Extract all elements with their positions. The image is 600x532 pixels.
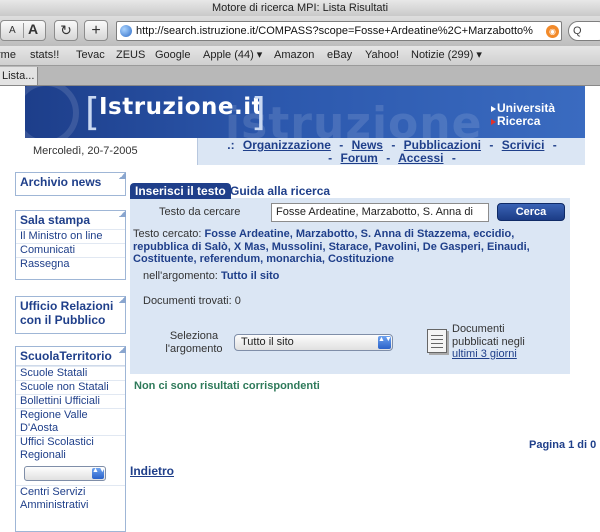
- sidebar-archivio-news[interactable]: Archivio news: [16, 173, 125, 191]
- nav-pubblicazioni[interactable]: Pubblicazioni: [404, 138, 481, 152]
- logo-bracket-left: [: [85, 90, 100, 134]
- bookmark-google[interactable]: Google: [155, 46, 190, 65]
- nav-separator: -: [451, 151, 456, 165]
- sidebar-item-rassegna[interactable]: Rassegna: [16, 257, 125, 271]
- topic-select-value: Tutto il sito: [241, 336, 294, 348]
- back-link[interactable]: Indietro: [130, 464, 174, 478]
- nav-prefix: .:: [227, 138, 235, 152]
- recent-documents-link[interactable]: ultimi 3 giorni: [452, 348, 525, 361]
- search-scope-label: nell'argomento:: [143, 270, 218, 282]
- search-button[interactable]: Cerca: [497, 203, 565, 221]
- nav-separator: -: [328, 151, 333, 165]
- box-corner: [119, 172, 126, 179]
- window-title: Motore di ricerca MPI: Lista Risultati: [0, 0, 600, 16]
- nav-forum[interactable]: Forum: [341, 151, 378, 165]
- site-globe-icon: [120, 25, 132, 37]
- no-results-message: Non ci sono risultati corrispondenti: [134, 380, 320, 392]
- republic-emblem-icon: [25, 86, 79, 138]
- sidebar-item-scuole-non-statali[interactable]: Scuole non Statali: [16, 380, 125, 394]
- sidebar-item-ministro[interactable]: Il Ministro on line: [16, 229, 125, 243]
- bookmark-apple[interactable]: Apple (44) ▾: [203, 46, 262, 65]
- reload-button[interactable]: ↻: [54, 20, 78, 41]
- search-input[interactable]: Fosse Ardeatine, Marzabotto, S. Anna di: [271, 203, 489, 222]
- bookmarks-bar: rme stats!! Tevac ZEUS Google Apple (44)…: [0, 46, 600, 66]
- address-bar[interactable]: http://search.istruzione.it/COMPASS?scop…: [116, 21, 562, 41]
- address-url[interactable]: http://search.istruzione.it/COMPASS?scop…: [136, 22, 533, 40]
- main-navigation: .: Organizzazione - News - Pubblicazioni…: [197, 138, 585, 165]
- text-bigger-icon[interactable]: A: [28, 20, 38, 39]
- search-label: Testo da cercare: [159, 206, 241, 218]
- search-scope-value: Tutto il sito: [220, 270, 280, 282]
- link-universita[interactable]: Università: [490, 101, 555, 115]
- sidebar-urp-box: Ufficio Relazioni con il Pubblico: [15, 296, 126, 334]
- nav-separator: -: [391, 138, 396, 152]
- box-corner: [119, 346, 126, 353]
- document-icon: [427, 329, 447, 353]
- bookmark-amazon[interactable]: Amazon: [274, 46, 314, 65]
- nav-separator: -: [386, 151, 391, 165]
- topic-select-label: Seleziona l'argomento: [165, 330, 223, 355]
- bookmark-yahoo[interactable]: Yahoo!: [365, 46, 399, 65]
- sidebar-archivio-box: Archivio news: [15, 172, 126, 196]
- nav-separator: -: [552, 138, 557, 152]
- add-bookmark-button[interactable]: +: [84, 20, 108, 41]
- box-corner: [119, 210, 126, 217]
- bookmark-zeus[interactable]: ZEUS: [116, 46, 145, 65]
- recent-documents: Documenti pubblicati negli ultimi 3 gior…: [452, 323, 525, 361]
- sidebar-item-valle-daosta[interactable]: Regione Valle D'Aosta: [16, 408, 125, 435]
- bookmark-notizie[interactable]: Notizie (299) ▾: [411, 46, 482, 65]
- nav-scrivici[interactable]: Scrivici: [502, 138, 545, 152]
- pagination-info: Pagina 1 di 0: [529, 439, 597, 451]
- nav-accessi[interactable]: Accessi: [398, 151, 443, 165]
- nav-separator: -: [339, 138, 344, 152]
- bookmark-stats[interactable]: stats!!: [30, 46, 59, 65]
- search-scope: nell'argomento: Tutto il sito: [143, 270, 279, 282]
- date-nav-bar: Mercoledì, 20-7-2005 .: Organizzazione -…: [25, 138, 585, 166]
- sidebar-region-select[interactable]: ▲▼: [24, 466, 106, 481]
- box-corner: [119, 296, 126, 303]
- bookmark-rme[interactable]: rme: [0, 46, 16, 65]
- sidebar-item-scuole-statali[interactable]: Scuole Statali: [16, 366, 125, 380]
- documents-found: Documenti trovati: 0: [143, 295, 241, 307]
- nav-line-1: .: Organizzazione - News - Pubblicazioni…: [198, 138, 586, 152]
- sidebar-scuola-title[interactable]: ScuolaTerritorio: [16, 347, 125, 366]
- sidebar-scuola-box: ScuolaTerritorio Scuole Statali Scuole n…: [15, 346, 126, 532]
- site-banner: istruzione [ Istruzione.it ] Università …: [25, 86, 585, 138]
- recent-documents-line1: Documenti: [452, 323, 505, 335]
- tab-strip: Lista...: [0, 66, 600, 86]
- select-arrows-icon: ▲▼: [378, 336, 392, 349]
- sidebar-item-bollettini[interactable]: Bollettini Ufficiali: [16, 394, 125, 408]
- tab-lista[interactable]: Lista...: [0, 67, 38, 85]
- sidebar-urp-link[interactable]: Ufficio Relazioni con il Pubblico: [16, 297, 125, 329]
- select-arrows-icon: ▲▼: [92, 467, 106, 479]
- sidebar-item-uffici-regionali[interactable]: Uffici Scolastici Regionali: [16, 435, 125, 462]
- sidebar-stampa-box: Sala stampa Il Ministro on line Comunica…: [15, 210, 126, 280]
- tab-inserisci-testo[interactable]: Inserisci il testo: [130, 183, 231, 199]
- searched-text-label: Testo cercato:: [133, 228, 202, 240]
- searched-text: Testo cercato: Fosse Ardeatine, Marzabot…: [133, 228, 571, 266]
- text-size-divider: [23, 23, 24, 38]
- nav-organizzazione[interactable]: Organizzazione: [243, 138, 331, 152]
- bookmark-ebay[interactable]: eBay: [327, 46, 352, 65]
- rss-icon[interactable]: ◉: [546, 25, 559, 38]
- nav-line-2: - Forum - Accessi -: [198, 151, 586, 165]
- browser-search-field[interactable]: Q: [568, 21, 600, 41]
- link-ricerca[interactable]: Ricerca: [490, 114, 540, 128]
- nav-separator: -: [489, 138, 494, 152]
- recent-documents-line2: pubblicati negli: [452, 335, 525, 348]
- logo-bracket-right: ]: [251, 90, 266, 134]
- nav-news[interactable]: News: [352, 138, 383, 152]
- site-logo[interactable]: Istruzione.it: [99, 94, 263, 120]
- sidebar-item-comunicati[interactable]: Comunicati: [16, 243, 125, 257]
- text-size-buttons[interactable]: A A: [0, 20, 46, 41]
- browser-toolbar: A A ↻ + http://search.istruzione.it/COMP…: [0, 16, 600, 46]
- current-date: Mercoledì, 20-7-2005: [33, 145, 138, 157]
- sidebar-item-centri-servizi[interactable]: Centri Servizi Amministrativi: [16, 485, 125, 512]
- bookmark-tevac[interactable]: Tevac: [76, 46, 105, 65]
- tab-guida-ricerca[interactable]: Guida alla ricerca: [230, 184, 330, 198]
- text-smaller-icon[interactable]: A: [9, 21, 16, 40]
- topic-select[interactable]: Tutto il sito ▲▼: [234, 334, 393, 351]
- sidebar-stampa-title[interactable]: Sala stampa: [16, 211, 125, 229]
